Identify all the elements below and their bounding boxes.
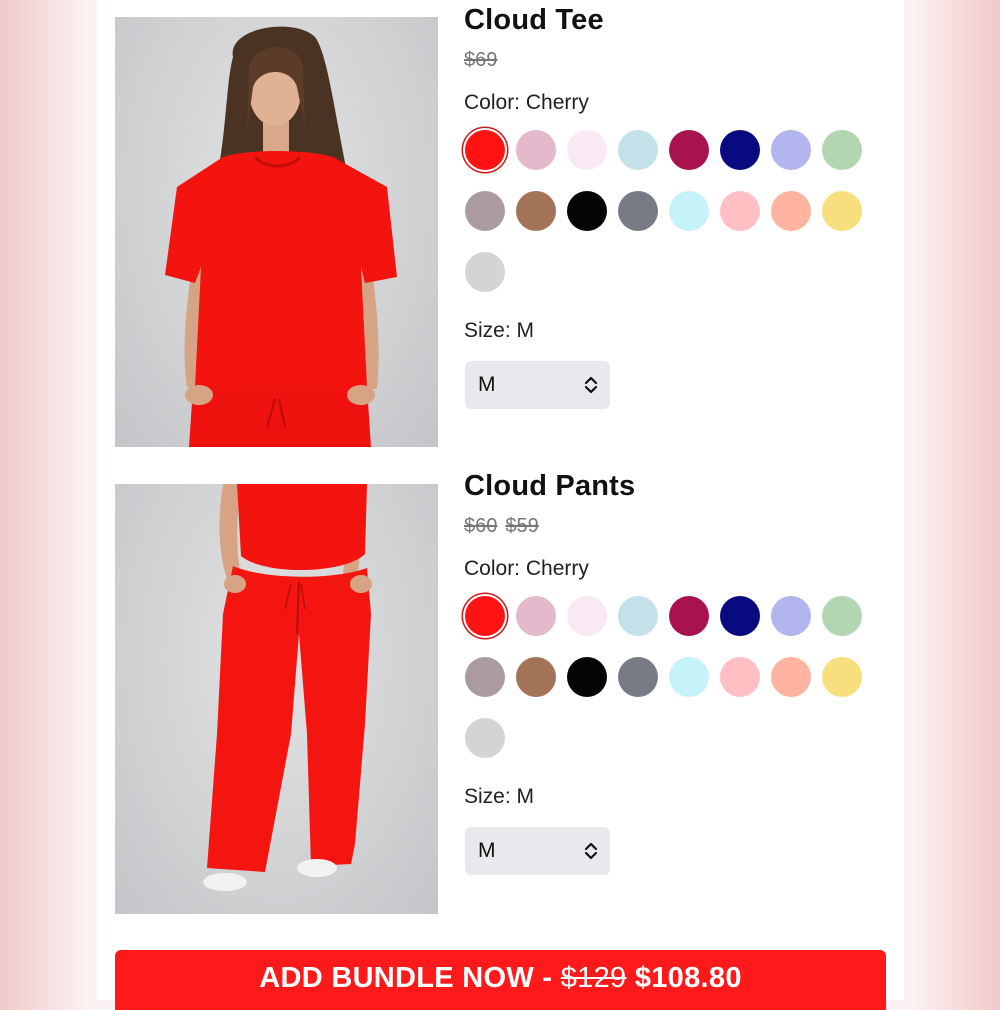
original-price: $69 — [464, 49, 498, 71]
color-swatch[interactable] — [720, 191, 760, 231]
chevron-up-down-icon — [584, 376, 598, 394]
color-swatch[interactable] — [516, 596, 556, 636]
color-swatch[interactable] — [669, 130, 709, 170]
color-swatch[interactable] — [669, 596, 709, 636]
size-label: Size: M — [464, 785, 535, 808]
color-swatch[interactable] — [618, 596, 658, 636]
color-swatch[interactable] — [720, 130, 760, 170]
color-swatch[interactable] — [618, 191, 658, 231]
color-swatch[interactable] — [465, 252, 505, 292]
color-swatch[interactable] — [465, 130, 505, 170]
size-select[interactable]: M — [465, 827, 610, 875]
chevron-up-down-icon — [584, 842, 598, 860]
bundle-new-price: $108.80 — [634, 962, 742, 994]
color-swatch[interactable] — [465, 718, 505, 758]
color-swatch-group — [464, 596, 884, 766]
color-swatch[interactable] — [567, 130, 607, 170]
color-swatch[interactable] — [771, 130, 811, 170]
size-select-value: M — [478, 839, 496, 862]
product-photo-tee[interactable] — [115, 17, 438, 447]
color-swatch[interactable] — [771, 191, 811, 231]
color-swatch[interactable] — [720, 596, 760, 636]
sale-price: $59 — [505, 515, 539, 537]
model-wearing-tee-photo — [165, 26, 397, 447]
original-price: $60 — [464, 515, 498, 537]
color-swatch[interactable] — [771, 596, 811, 636]
color-swatch[interactable] — [720, 657, 760, 697]
product-title: Cloud Pants — [464, 470, 636, 502]
size-label: Size: M — [464, 319, 535, 342]
color-swatch[interactable] — [516, 130, 556, 170]
color-swatch[interactable] — [618, 657, 658, 697]
color-swatch[interactable] — [567, 596, 607, 636]
color-label: Color: Cherry — [464, 91, 589, 114]
bundle-button-prefix: ADD BUNDLE NOW - — [259, 962, 561, 994]
color-swatch[interactable] — [567, 657, 607, 697]
color-swatch[interactable] — [669, 191, 709, 231]
bundle-panel: Cloud Tee $69 Color: Cherry Size: M M Cl… — [97, 0, 904, 1000]
color-swatch-group — [464, 130, 884, 300]
size-select-value: M — [478, 373, 496, 396]
product-title: Cloud Tee — [464, 4, 604, 36]
color-swatch[interactable] — [669, 657, 709, 697]
color-swatch[interactable] — [822, 130, 862, 170]
color-label: Color: Cherry — [464, 557, 589, 580]
color-swatch[interactable] — [822, 596, 862, 636]
product-price: $60 $59 — [464, 515, 547, 538]
bundle-old-price: $129 — [560, 962, 627, 994]
product-price: $69 — [464, 49, 505, 72]
size-select[interactable]: M — [465, 361, 610, 409]
color-swatch[interactable] — [465, 596, 505, 636]
product-photo-pants[interactable] — [115, 484, 438, 914]
color-swatch[interactable] — [516, 191, 556, 231]
color-swatch[interactable] — [516, 657, 556, 697]
color-swatch[interactable] — [822, 657, 862, 697]
add-bundle-button[interactable]: ADD BUNDLE NOW - $129 $108.80 — [115, 950, 886, 1010]
color-swatch[interactable] — [567, 191, 607, 231]
color-swatch[interactable] — [465, 657, 505, 697]
model-wearing-pants-photo — [203, 484, 372, 891]
color-swatch[interactable] — [465, 191, 505, 231]
color-swatch[interactable] — [771, 657, 811, 697]
color-swatch[interactable] — [822, 191, 862, 231]
color-swatch[interactable] — [618, 130, 658, 170]
